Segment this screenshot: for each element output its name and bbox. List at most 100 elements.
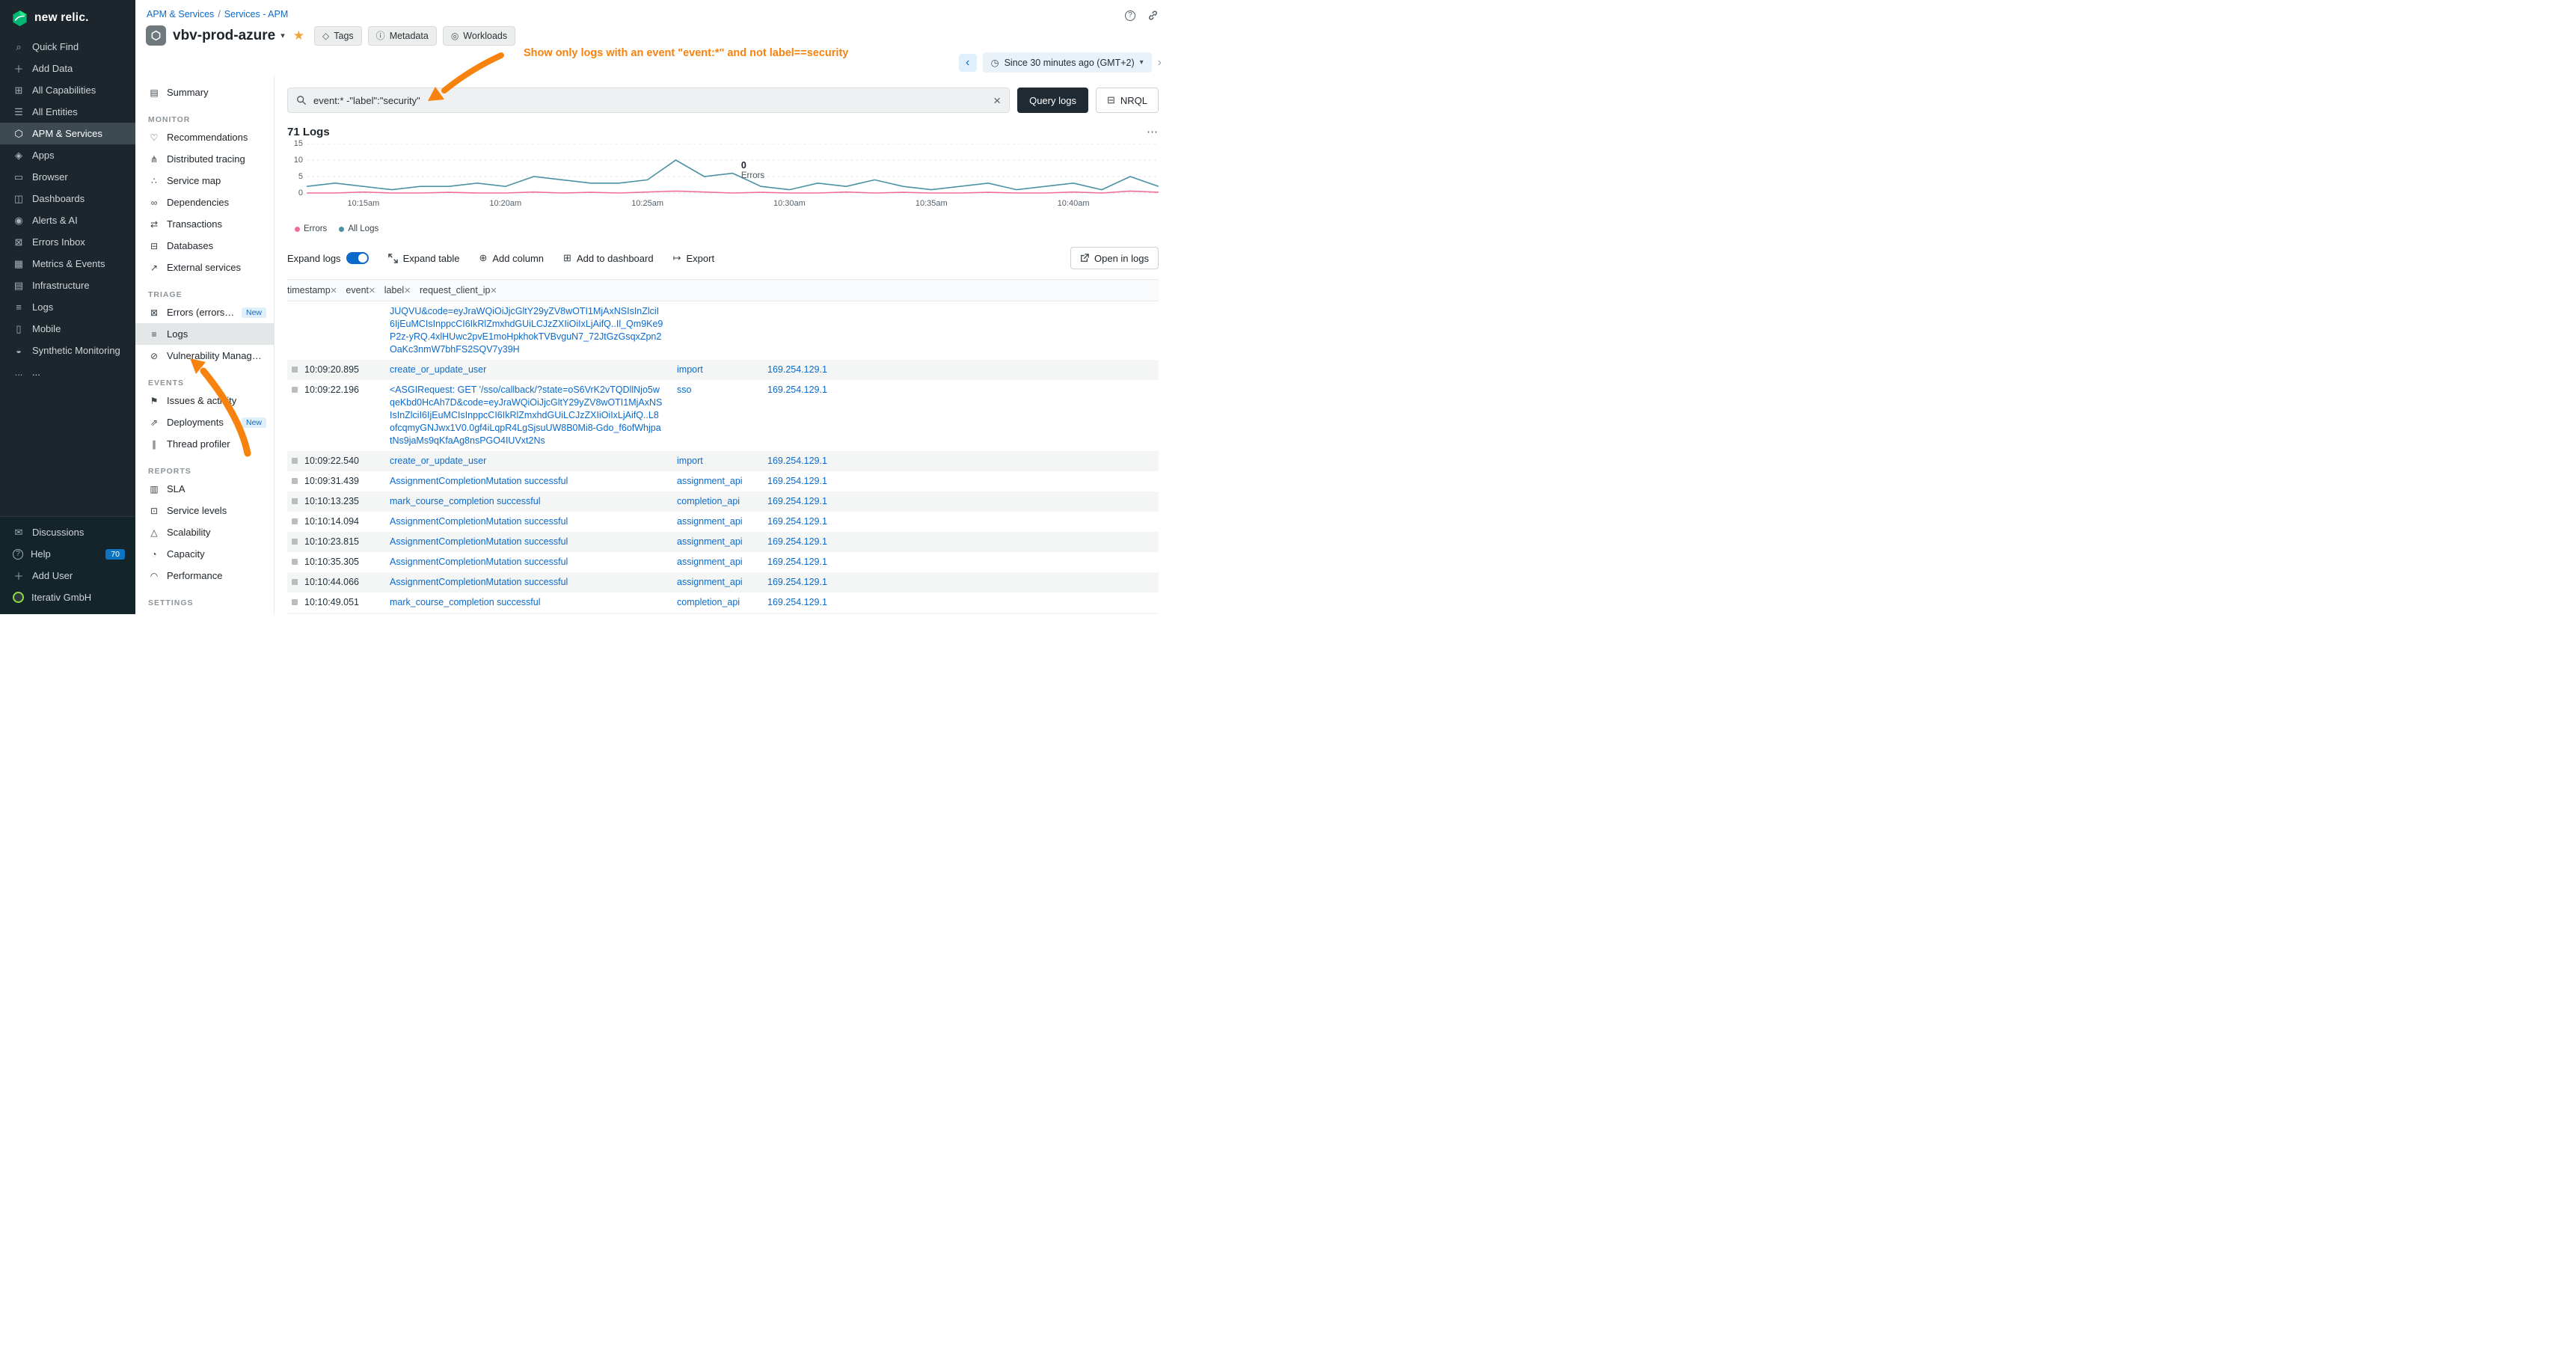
table-row[interactable]: 10:10:23.815 AssignmentCompletionMutatio… [287, 532, 1159, 552]
subnav-item-service-map[interactable]: ∴ Service map [135, 170, 274, 192]
subnav-section-monitor[interactable]: MONITOR [135, 113, 274, 126]
sidebar-item-help[interactable]: ? Help 70 [0, 543, 135, 565]
table-row[interactable]: 10:10:35.305 AssignmentCompletionMutatio… [287, 552, 1159, 572]
subnav-section-reports[interactable]: REPORTS [135, 465, 274, 478]
label-link[interactable]: assignment_api [677, 557, 743, 567]
subnav-section-triage[interactable]: TRIAGE [135, 288, 274, 301]
ip-link[interactable]: 169.254.129.1 [767, 557, 827, 567]
add-column-button[interactable]: ⊕ Add column [479, 252, 544, 264]
more-h-icon[interactable]: ⋯ [1147, 125, 1159, 138]
logs-query-input[interactable]: event:* -"label":"security" × [287, 88, 1010, 113]
table-row[interactable]: 10:09:22.540 create_or_update_user impor… [287, 451, 1159, 471]
open-in-logs-button[interactable]: Open in logs [1070, 247, 1159, 269]
subnav-item-databases[interactable]: ⊟ Databases [135, 235, 274, 257]
subnav-item-service-levels[interactable]: ⊡ Service levels [135, 500, 274, 521]
sidebar-item-more[interactable]: ... ... [0, 361, 135, 383]
ip-link[interactable]: 169.254.129.1 [767, 476, 827, 486]
sidebar-item-add-data[interactable]: ＋ Add Data [0, 58, 135, 79]
table-row[interactable]: 10:10:14.094 AssignmentCompletionMutatio… [287, 512, 1159, 532]
event-link[interactable]: mark_course_completion successful [390, 596, 677, 609]
subnav-item-errors-inbox[interactable]: ⊠ Errors (errors inb... New [135, 301, 274, 323]
table-row[interactable]: JUQVU&code=eyJraWQiOiJjcGltY29yZV8wOTI1M… [287, 301, 1159, 360]
column-header[interactable]: event × [346, 285, 384, 296]
sidebar-item-all-capabilities[interactable]: ⊞ All Capabilities [0, 79, 135, 101]
ip-link[interactable]: 169.254.129.1 [767, 385, 827, 395]
subnav-item-performance[interactable]: ◠ Performance [135, 565, 274, 586]
expand-table-button[interactable]: Expand table [388, 253, 460, 264]
query-logs-button[interactable]: Query logs [1017, 88, 1088, 113]
row-handle-icon[interactable] [292, 518, 298, 524]
ip-link[interactable]: 169.254.129.1 [767, 577, 827, 587]
label-link[interactable]: assignment_api [677, 516, 743, 527]
sidebar-item-synthetic-monitoring[interactable]: ◒ Synthetic Monitoring [0, 340, 135, 361]
event-link[interactable]: AssignmentCompletionMutation successful [390, 536, 677, 548]
event-link[interactable]: AssignmentCompletionMutation successful [390, 556, 677, 569]
star-icon[interactable]: ★ [293, 28, 304, 43]
remove-column-icon[interactable]: × [490, 285, 497, 296]
table-row[interactable]: 10:09:22.196 <ASGIRequest: GET '/sso/cal… [287, 380, 1159, 451]
subnav-item-summary[interactable]: ▤ Summary [135, 82, 274, 103]
row-handle-icon[interactable] [292, 478, 298, 484]
sidebar-item-errors-inbox[interactable]: ⊠ Errors Inbox [0, 231, 135, 253]
sidebar-item-account[interactable]: Iterativ GmbH [0, 586, 135, 608]
ip-link[interactable]: 169.254.129.1 [767, 496, 827, 506]
event-link[interactable]: create_or_update_user [390, 455, 677, 468]
label-link[interactable]: import [677, 364, 703, 375]
sidebar-item-discussions[interactable]: ✉ Discussions [0, 521, 135, 543]
ip-link[interactable]: 169.254.129.1 [767, 597, 827, 607]
subnav-section-events[interactable]: EVENTS [135, 376, 274, 390]
row-handle-icon[interactable] [292, 458, 298, 464]
remove-column-icon[interactable]: × [331, 285, 337, 296]
event-link[interactable]: AssignmentCompletionMutation successful [390, 515, 677, 528]
row-handle-icon[interactable] [292, 387, 298, 393]
sidebar-item-metrics-events[interactable]: ▦ Metrics & Events [0, 253, 135, 275]
subnav-item-external-services[interactable]: ↗ External services [135, 257, 274, 278]
table-row[interactable]: 10:09:20.895 create_or_update_user impor… [287, 360, 1159, 380]
subnav-item-dependencies[interactable]: ∞ Dependencies [135, 192, 274, 213]
time-back-button[interactable]: ‹ [959, 54, 977, 72]
column-header[interactable]: timestamp × [287, 285, 346, 296]
sidebar-item-add-user[interactable]: ＋ Add User [0, 565, 135, 586]
ip-link[interactable]: 169.254.129.1 [767, 456, 827, 466]
metadata-button[interactable]: ⓘ Metadata [368, 26, 437, 46]
event-link[interactable]: AssignmentCompletionMutation successful [390, 475, 677, 488]
ip-link[interactable]: 169.254.129.1 [767, 536, 827, 547]
label-link[interactable]: import [677, 456, 703, 466]
sidebar-item-browser[interactable]: ▭ Browser [0, 166, 135, 188]
row-handle-icon[interactable] [292, 367, 298, 373]
row-handle-icon[interactable] [292, 539, 298, 545]
remove-column-icon[interactable]: × [404, 285, 411, 296]
sidebar-item-apps[interactable]: ◈ Apps [0, 144, 135, 166]
sidebar-item-all-entities[interactable]: ☰ All Entities [0, 101, 135, 123]
subnav-item-sla[interactable]: ▥ SLA [135, 478, 274, 500]
brand-logo[interactable]: new relic. [0, 0, 135, 36]
label-link[interactable]: completion_api [677, 496, 740, 506]
help-icon[interactable]: ? [1125, 10, 1135, 21]
subnav-section-settings[interactable]: SETTINGS [135, 596, 274, 610]
table-row[interactable]: 10:11:00.311 AssignmentCompletionMutatio… [287, 613, 1159, 614]
column-header[interactable]: request_client_ip × [420, 285, 506, 296]
subnav-item-thread-profiler[interactable]: ∥ Thread profiler [135, 433, 274, 455]
column-header[interactable]: label × [384, 285, 420, 296]
sidebar-item-quick-find[interactable]: ⌕ Quick Find [0, 36, 135, 58]
nrql-button[interactable]: ⊟ NRQL [1096, 88, 1159, 113]
ip-link[interactable]: 169.254.129.1 [767, 364, 827, 375]
breadcrumb-link-apm-services[interactable]: APM & Services [147, 9, 214, 19]
chevron-right-icon[interactable]: › [1158, 56, 1162, 70]
clear-icon[interactable]: × [993, 94, 1001, 107]
subnav-item-distributed-tracing[interactable]: ⋔ Distributed tracing [135, 148, 274, 170]
subnav-item-logs[interactable]: ≡ Logs [135, 323, 274, 345]
remove-column-icon[interactable]: × [369, 285, 375, 296]
table-row[interactable]: 10:10:13.235 mark_course_completion succ… [287, 491, 1159, 512]
permalink-icon[interactable] [1147, 10, 1159, 21]
ip-link[interactable]: 169.254.129.1 [767, 516, 827, 527]
label-link[interactable]: assignment_api [677, 536, 743, 547]
subnav-item-vulnerability-management[interactable]: ⊘ Vulnerability Management [135, 345, 274, 367]
row-handle-icon[interactable] [292, 498, 298, 504]
sidebar-item-alerts-ai[interactable]: ◉ Alerts & AI [0, 209, 135, 231]
table-row[interactable]: 10:09:31.439 AssignmentCompletionMutatio… [287, 471, 1159, 491]
event-link[interactable]: mark_course_completion successful [390, 495, 677, 508]
subnav-item-deployments[interactable]: ⇗ Deployments New [135, 411, 274, 433]
label-link[interactable]: completion_api [677, 597, 740, 607]
row-handle-icon[interactable] [292, 599, 298, 605]
